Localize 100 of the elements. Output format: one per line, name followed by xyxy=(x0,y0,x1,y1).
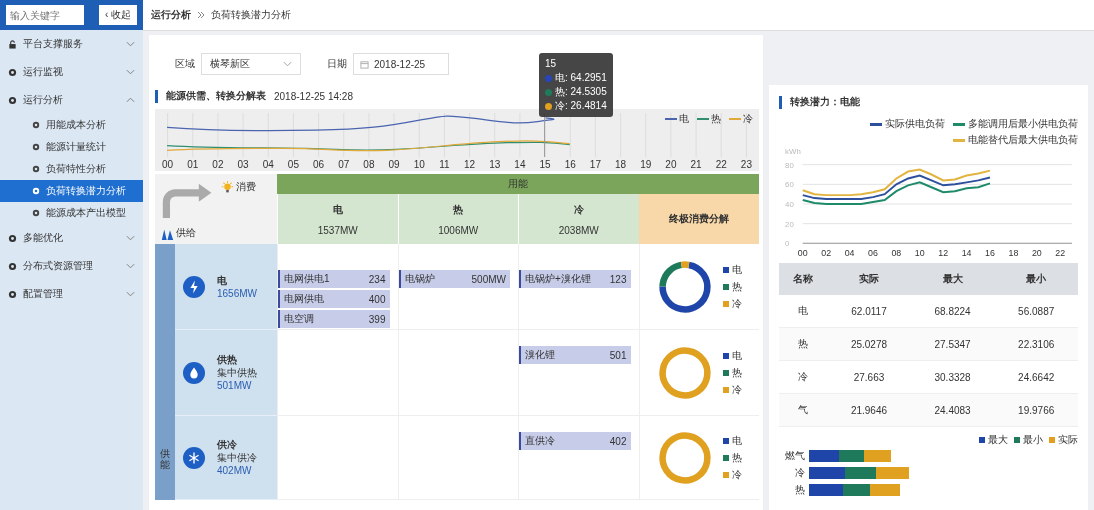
conversion-tag[interactable]: 电网供电 400 xyxy=(278,290,390,308)
nav-subitem[interactable]: 负荷转换潜力分析 xyxy=(0,180,143,202)
row-value: 501MW xyxy=(217,379,253,392)
region-label: 区域 xyxy=(175,57,195,71)
axis-label: 23 xyxy=(739,159,753,170)
date-field[interactable]: 2018-12-25 xyxy=(353,53,449,75)
axis-label: 00 xyxy=(161,159,175,170)
bar-segment xyxy=(843,484,870,496)
bar-segment xyxy=(845,467,876,479)
column-header: 终极消费分解 xyxy=(638,194,759,244)
column-header: 冷 2038MW xyxy=(518,194,639,244)
row-value: 1656MW xyxy=(217,286,257,300)
table-cell: 27.5347 xyxy=(910,327,995,361)
axis-label: 03 xyxy=(236,159,250,170)
legend-item: 电 xyxy=(722,348,742,363)
column-header: 热 1006MW xyxy=(397,194,518,244)
chevron-right-icon xyxy=(197,11,205,19)
axis-label: 13 xyxy=(488,159,502,170)
table-cell: 22.3106 xyxy=(994,327,1078,361)
group-header: 用能 xyxy=(277,174,759,194)
conversion-tag[interactable]: 电空调 399 xyxy=(278,310,390,328)
table-cell: 热 xyxy=(779,327,828,361)
nav-subitem[interactable]: 负荷特性分析 xyxy=(0,158,143,180)
bar-label: 热 xyxy=(794,483,806,497)
legend-item: 最小 xyxy=(1014,433,1043,447)
collapse-button[interactable]: ‹ 收起 xyxy=(98,5,137,25)
row-name: 电 xyxy=(217,273,228,287)
legend-item: 实际供电负荷 xyxy=(870,117,945,131)
drop-icon xyxy=(183,361,205,384)
timestamp: 2018-12-25 14:28 xyxy=(274,90,353,102)
calendar-icon xyxy=(360,59,369,69)
conversion-tag[interactable]: 直供冷 402 xyxy=(519,432,631,450)
axis-label: 02 xyxy=(821,248,832,259)
circle-icon xyxy=(8,95,17,105)
breadcrumb-link[interactable]: 运行分析 xyxy=(151,8,191,22)
nav-item[interactable]: 配置管理 xyxy=(0,280,143,308)
nav-subitem[interactable]: 能源计量统计 xyxy=(0,136,143,158)
legend-item: 电 xyxy=(665,112,689,126)
legend-item: 多能调用后最小供电负荷 xyxy=(953,117,1078,131)
bar-segment xyxy=(809,467,845,479)
row-subtitle: 集中供冷 xyxy=(217,451,257,464)
axis-label: 60 xyxy=(785,180,794,190)
legend-item: 热 xyxy=(722,365,742,380)
conversion-tag[interactable]: 电网供电1 234 xyxy=(278,270,390,288)
axis-label: 04 xyxy=(261,159,275,170)
axis-label: 16 xyxy=(563,159,577,170)
circle-icon xyxy=(32,209,40,217)
circle-icon xyxy=(32,143,40,151)
circle-icon xyxy=(8,67,17,77)
axis-label: 06 xyxy=(312,159,326,170)
nav-item[interactable]: 运行监视 xyxy=(0,58,143,86)
region-select[interactable]: 横琴新区 xyxy=(201,53,301,75)
legend-item: 冷 xyxy=(722,467,742,482)
bar-segment xyxy=(809,484,843,496)
legend-item: 热 xyxy=(697,112,721,126)
axis-label: 17 xyxy=(588,159,602,170)
search-field[interactable]: 输入关键字 xyxy=(6,5,84,25)
legend-item: 冷 xyxy=(722,296,742,311)
row-name: 供热 xyxy=(217,353,238,366)
legend-item: 电 xyxy=(722,433,742,448)
panel-title: 能源供需、转换分解表 xyxy=(166,89,266,103)
table-cell: 19.9766 xyxy=(994,393,1078,427)
table-cell: 24.4083 xyxy=(910,393,995,427)
snowflake-icon xyxy=(183,446,205,469)
nav-item[interactable]: 多能优化 xyxy=(0,224,143,252)
axis-label: 11 xyxy=(438,159,451,170)
nav-subitem[interactable]: 用能成本分析 xyxy=(0,114,143,136)
row-name: 供冷 xyxy=(217,438,238,451)
axis-label: 08 xyxy=(891,248,902,259)
axis-title: kWh xyxy=(785,147,801,156)
legend-item: 实际 xyxy=(1049,433,1078,447)
legend-item: 热 xyxy=(722,450,742,465)
legend-item: 热 xyxy=(722,279,742,294)
table-cell: 24.6642 xyxy=(994,360,1078,394)
circle-icon xyxy=(32,165,40,173)
column-header: 实际 xyxy=(827,263,911,295)
axis-label: 10 xyxy=(412,159,426,170)
nav-item[interactable]: 分布式资源管理 xyxy=(0,252,143,280)
side-label: 供能 xyxy=(160,448,170,470)
lock-icon xyxy=(8,39,17,49)
legend-item: 冷 xyxy=(722,382,742,397)
bar-segment xyxy=(839,450,864,462)
axis-label: 14 xyxy=(961,248,972,259)
chart-tooltip: 15 电: 64.2951 热: 24.5305 冷: 26.4814 xyxy=(539,53,613,117)
axis-label: 18 xyxy=(614,159,628,170)
conversion-tag[interactable]: 电锅炉+溴化锂 123 xyxy=(519,270,631,288)
nav-item[interactable]: 运行分析 xyxy=(0,86,143,114)
conversion-tag[interactable]: 电锅炉 500MW xyxy=(398,270,510,288)
conversion-tag[interactable]: 溴化锂 501 xyxy=(519,346,631,364)
circle-icon xyxy=(32,121,40,129)
breadcrumb-link[interactable]: 负荷转换潜力分析 xyxy=(211,8,291,22)
nav-subitem[interactable]: 能源成本产出模型 xyxy=(0,202,143,224)
table-cell: 27.663 xyxy=(827,360,911,394)
legend-item: 冷 xyxy=(729,112,753,126)
donut-chart xyxy=(656,429,713,486)
row-value: 402MW xyxy=(217,464,253,477)
row-subtitle: 集中供热 xyxy=(217,366,257,379)
axis-label: 15 xyxy=(538,159,552,170)
axis-label: 16 xyxy=(985,248,995,259)
nav-item[interactable]: 平台支撑服务 xyxy=(0,30,143,58)
